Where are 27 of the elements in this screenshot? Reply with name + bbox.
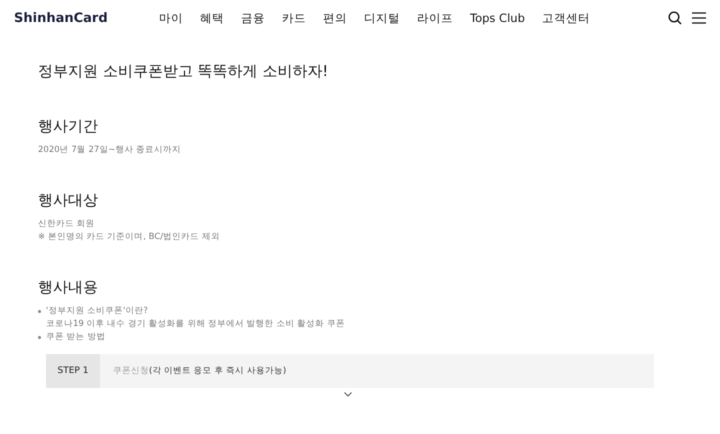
search-icon[interactable] (668, 11, 682, 25)
chevron-down-icon[interactable] (344, 392, 352, 397)
nav-link[interactable]: 금융 (241, 10, 265, 26)
nav-link[interactable]: 라이프 (417, 10, 453, 26)
step-text: 쿠폰신청(각 이벤트 응모 후 즉시 사용가능) (113, 365, 286, 377)
nav-link[interactable]: 마이 (159, 10, 183, 26)
nav-link[interactable]: 편의 (323, 10, 347, 26)
bullet-icon (38, 336, 41, 339)
body-text: 쿠폰 받는 방법 (46, 331, 106, 344)
section-heading: 행사대상 (38, 191, 99, 210)
menu-icon[interactable] (692, 12, 706, 24)
body-text: ※ 본인명의 카드 기준이며, BC/법인카드 제외 (38, 231, 220, 244)
page-title: 정부지원 소비쿠폰받고 똑똑하게 소비하자! (38, 62, 330, 81)
logo[interactable]: ShinhanCard (14, 10, 159, 26)
nav-link[interactable]: 디지털 (364, 10, 400, 26)
body-text: 코로나19 이후 내수 경기 활성화를 위해 정부에서 발행한 소비 활성화 쿠폰 (46, 318, 345, 331)
nav-link[interactable]: Tops Club (470, 10, 525, 26)
step-label: STEP 1 (46, 354, 100, 388)
body-text: 신한카드 회원 (38, 218, 95, 231)
nav-link[interactable]: 고객센터 (542, 10, 590, 26)
nav-link[interactable]: 카드 (282, 10, 306, 26)
section-heading: 행사내용 (38, 278, 99, 297)
bullet-icon (38, 310, 41, 313)
body-text: '정부지원 소비쿠폰'이란? (46, 305, 148, 318)
section-heading: 행사기간 (38, 117, 99, 136)
body-text: 2020년 7월 27일~행사 종료시까지 (38, 144, 182, 157)
nav-link[interactable]: 혜택 (200, 10, 224, 26)
